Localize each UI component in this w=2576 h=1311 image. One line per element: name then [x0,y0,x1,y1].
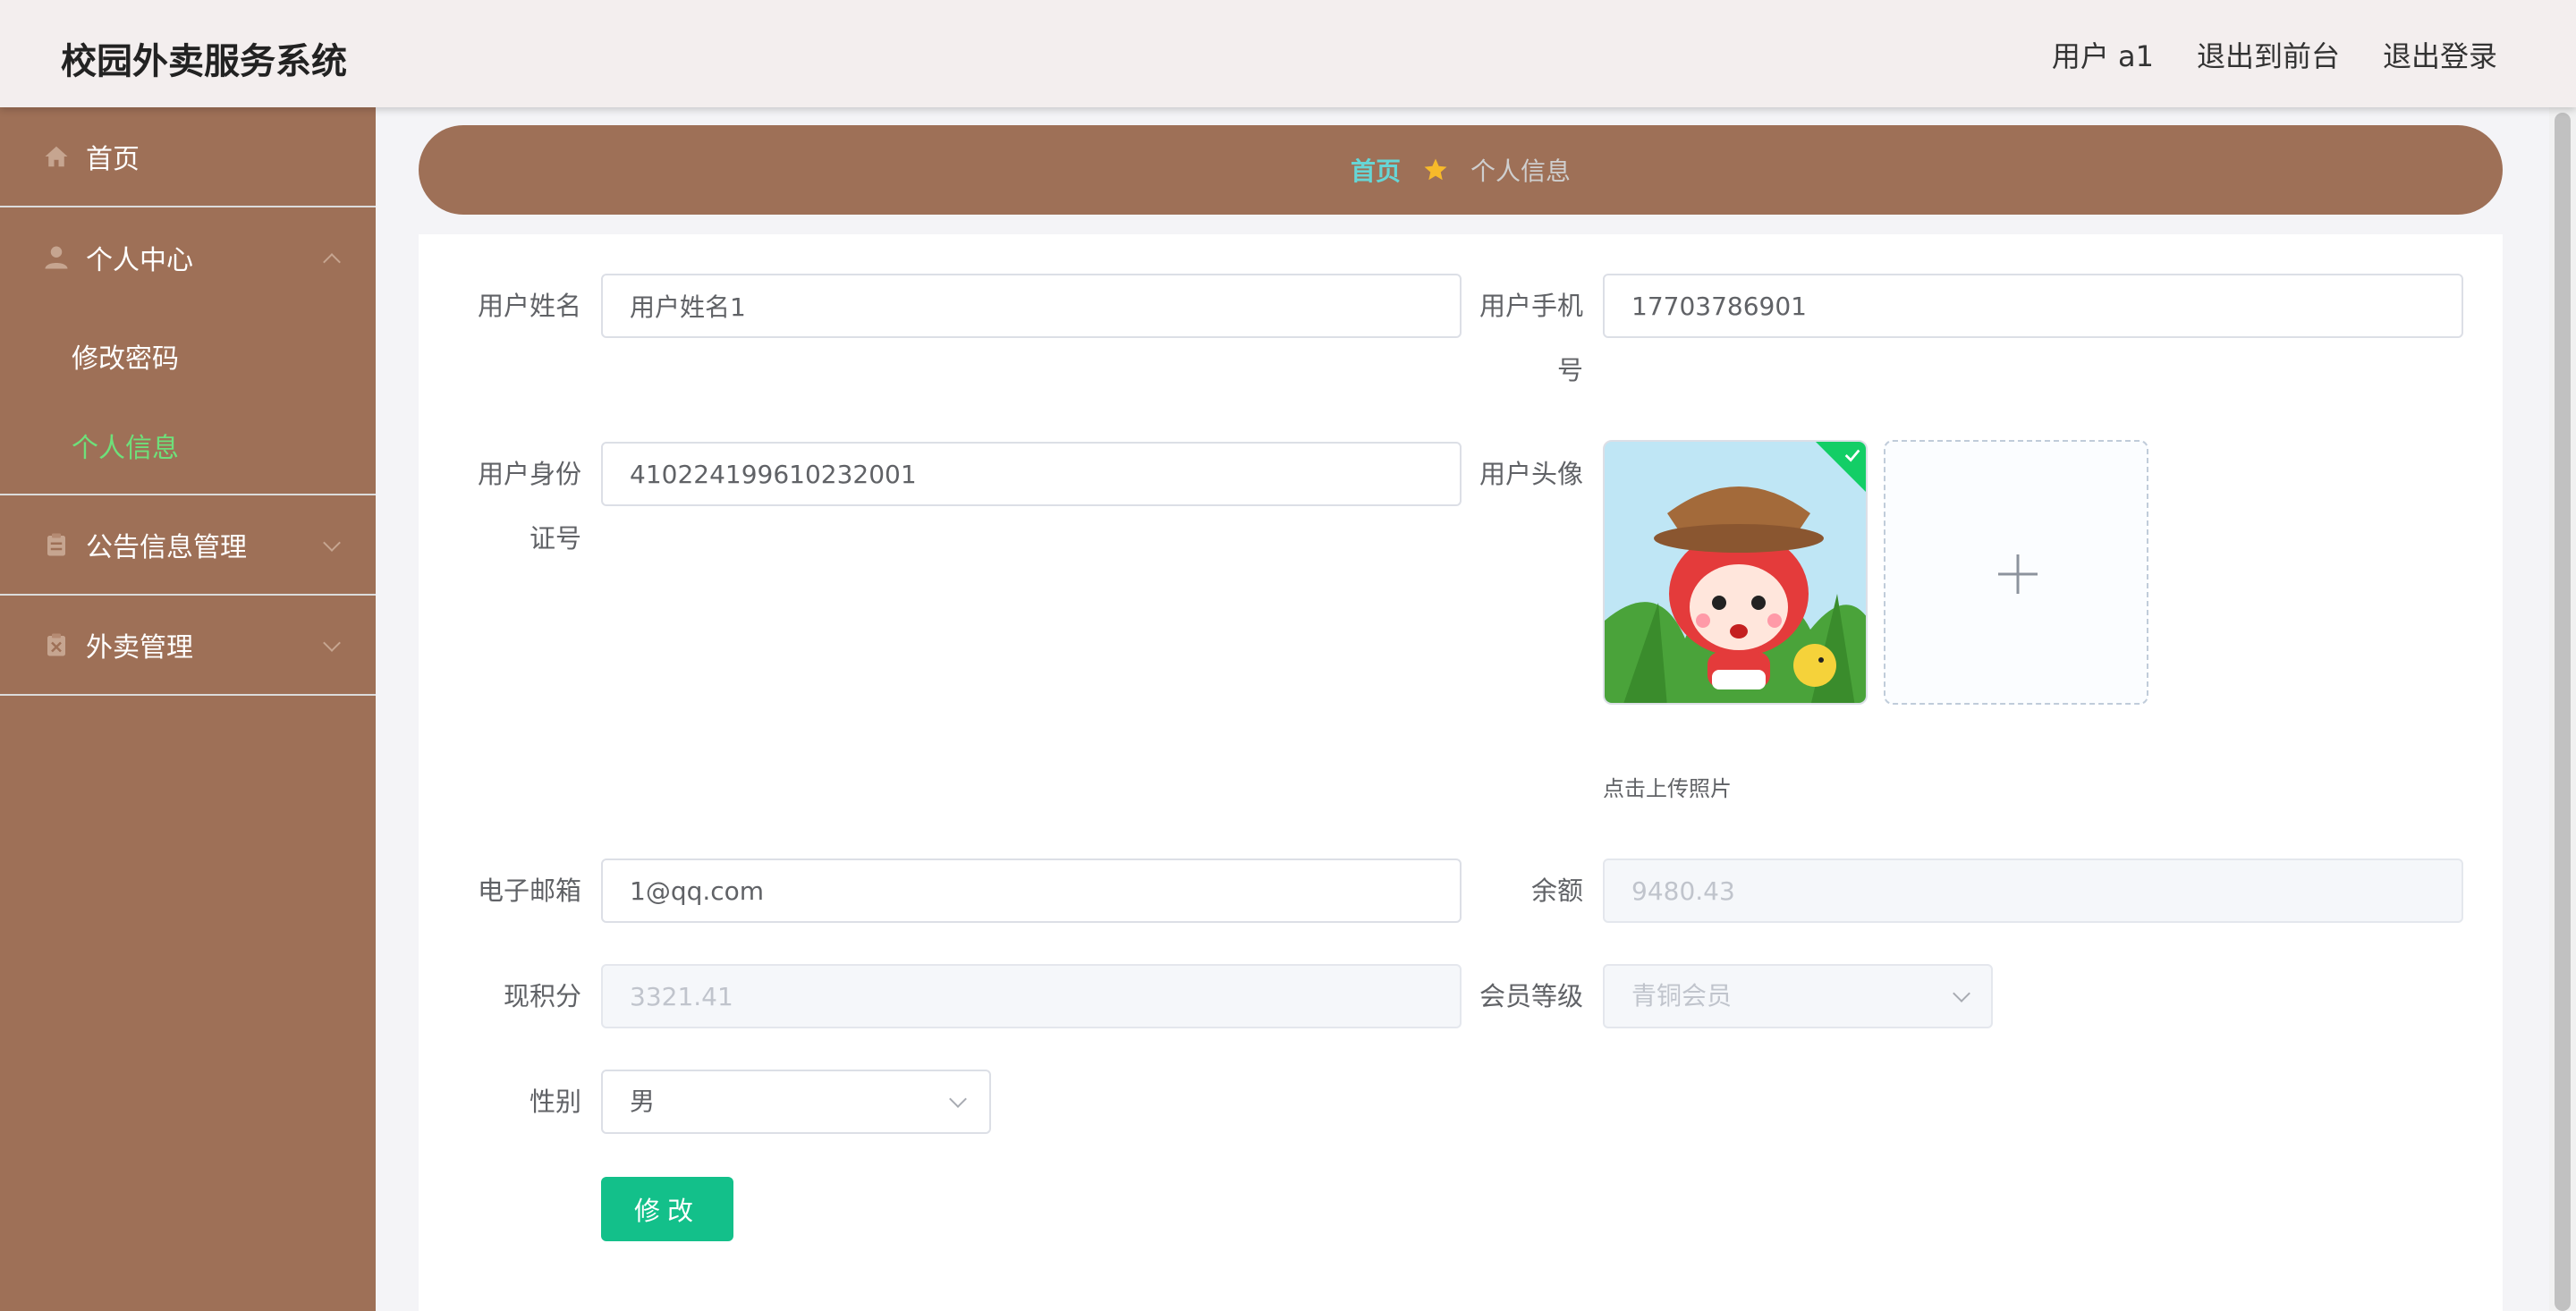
name-input[interactable] [601,274,1462,338]
phone-label-continued: 号 [1556,355,1583,385]
breadcrumb: 首页 个人信息 [419,125,2503,215]
sidebar-item-label: 公告信息管理 [86,532,247,563]
gender-select[interactable]: 男 [601,1070,991,1134]
avatar-image[interactable] [1603,440,1868,705]
user-icon [45,246,68,269]
submit-button[interactable]: 修改 [601,1177,733,1241]
sidebar-item-change-password[interactable]: 修改密码 [0,311,376,401]
idcard-input[interactable] [601,442,1462,506]
chevron-down-icon [323,534,341,552]
email-input[interactable] [601,858,1462,923]
idcard-label-continued: 证号 [529,523,581,554]
home-icon [45,146,68,167]
clipboard-x-icon [47,633,65,656]
submenu-personal-center: 修改密码 个人信息 [0,308,376,495]
breadcrumb-current: 个人信息 [1470,156,1572,186]
top-header: 校园外卖服务系统 用户 a1 退出到前台 退出登录 [0,0,2576,107]
plus-icon [1998,554,2038,594]
avatar-label: 用户头像 [1479,459,1583,489]
chevron-up-icon [323,253,341,271]
exit-to-front-link[interactable]: 退出到前台 [2197,34,2340,75]
sidebar-item-label: 首页 [86,144,140,175]
sidebar-item-home[interactable]: 首页 [0,107,376,207]
balance-input [1603,858,2463,923]
name-label: 用户姓名 [477,291,581,321]
sidebar-item-personal-center[interactable]: 个人中心 [0,207,376,308]
email-label: 电子邮箱 [477,875,581,906]
sidebar-item-label: 外卖管理 [86,632,193,664]
sidebar-item-takeout-management[interactable]: 外卖管理 [0,596,376,696]
sidebar-item-personal-info[interactable]: 个人信息 [0,401,376,490]
phone-input[interactable] [1603,274,2463,338]
checkmark-icon [1844,449,1860,462]
app-title: 校园外卖服务系统 [61,41,347,82]
phone-label: 用户手机 [1479,291,1583,321]
user-menu[interactable]: 用户 a1 [2052,34,2154,75]
member-level-value: 青铜会员 [1631,981,1733,1011]
star-icon [1424,158,1447,181]
points-label: 现积分 [503,981,581,1011]
sidebar: 首页 个人中心 修改密码 个人信息 公告信息管理 外卖管理 [0,107,376,1311]
points-input [601,964,1462,1028]
upload-tip: 点击上传照片 [1603,776,1732,801]
gender-value: 男 [630,1087,656,1116]
member-level-label: 会员等级 [1479,981,1583,1011]
balance-label: 余额 [1530,875,1583,906]
member-level-select: 青铜会员 [1603,964,1993,1028]
breadcrumb-home-link[interactable]: 首页 [1351,152,1401,188]
sidebar-item-notice-management[interactable]: 公告信息管理 [0,495,376,596]
chevron-down-icon [323,634,341,652]
idcard-label: 用户身份 [477,459,581,489]
avatar-upload-button[interactable] [1884,440,2148,705]
logout-link[interactable]: 退出登录 [2383,34,2497,75]
gender-label: 性别 [529,1087,581,1117]
header-links: 用户 a1 退出到前台 退出登录 [2052,34,2497,75]
sidebar-item-label: 个人中心 [86,245,193,276]
scrollbar-thumb[interactable] [2555,113,2571,1311]
clipboard-icon [47,533,65,556]
